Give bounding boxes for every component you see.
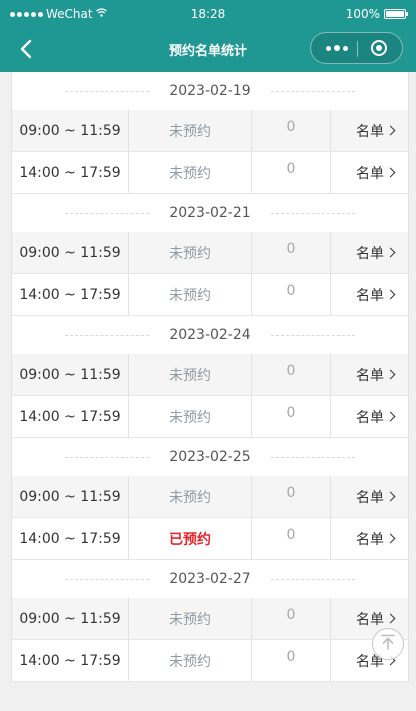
slot-time: 14:00 ~ 17:59 — [11, 396, 128, 437]
slot-time: 14:00 ~ 17:59 — [11, 274, 128, 315]
slot-row: 09:00 ~ 11:59 未预约 0 名单 — [11, 476, 409, 518]
slot-time: 14:00 ~ 17:59 — [11, 518, 128, 559]
slot-row: 14:00 ~ 17:59 未预约 0 名单 — [11, 274, 409, 316]
view-list-button[interactable]: 名单 — [330, 274, 409, 315]
chevron-right-icon — [385, 247, 396, 258]
close-home-icon[interactable] — [367, 37, 391, 59]
list-label: 名单 — [356, 367, 384, 384]
list-label: 名单 — [356, 287, 384, 304]
booking-status: 未预约 — [128, 274, 251, 315]
date-header: 2023-02-25 — [11, 438, 409, 476]
booking-status: 未预约 — [128, 640, 251, 681]
slot-time: 09:00 ~ 11:59 — [11, 598, 128, 639]
divider-line — [65, 334, 150, 336]
slot-row: 09:00 ~ 11:59 未预约 0 名单 — [11, 598, 409, 640]
slot-time: 09:00 ~ 11:59 — [11, 476, 128, 517]
date-label: 2023-02-19 — [169, 83, 251, 99]
booking-status: 未预约 — [128, 396, 251, 437]
divider-line — [270, 578, 355, 580]
list-label: 名单 — [356, 245, 384, 262]
slot-row: 09:00 ~ 11:59 未预约 0 名单 — [11, 232, 409, 274]
slot-row: 14:00 ~ 17:59 已预约 0 名单 — [11, 518, 409, 560]
chevron-right-icon — [385, 125, 396, 136]
mini-program-capsule — [310, 32, 403, 64]
list-label: 名单 — [356, 611, 384, 628]
booking-count: 0 — [251, 110, 330, 151]
battery-percent: 100% — [345, 7, 380, 21]
slot-time: 14:00 ~ 17:59 — [11, 152, 128, 193]
chevron-right-icon — [385, 491, 396, 502]
booking-status: 未预约 — [128, 476, 251, 517]
nav-bar: 预约名单统计 — [0, 26, 416, 72]
divider-line — [65, 578, 150, 580]
booking-status: 未预约 — [128, 598, 251, 639]
booking-count: 0 — [251, 598, 330, 639]
view-list-button[interactable]: 名单 — [330, 518, 409, 559]
chevron-right-icon — [385, 167, 396, 178]
view-list-button[interactable]: 名单 — [330, 110, 409, 151]
slot-time: 09:00 ~ 11:59 — [11, 232, 128, 273]
view-list-button[interactable]: 名单 — [330, 354, 409, 395]
date-header: 2023-02-21 — [11, 194, 409, 232]
date-header: 2023-02-24 — [11, 316, 409, 354]
booking-count: 0 — [251, 518, 330, 559]
slot-time: 09:00 ~ 11:59 — [11, 110, 128, 151]
date-label: 2023-02-25 — [169, 449, 251, 465]
slot-row: 14:00 ~ 17:59 未预约 0 名单 — [11, 640, 409, 682]
booking-count: 0 — [251, 354, 330, 395]
view-list-button[interactable]: 名单 — [330, 476, 409, 517]
list-label: 名单 — [356, 489, 384, 506]
back-to-top-button[interactable] — [372, 628, 404, 660]
slot-time: 09:00 ~ 11:59 — [11, 354, 128, 395]
divider-line — [270, 456, 355, 458]
date-label: 2023-02-27 — [169, 571, 251, 587]
date-label: 2023-02-24 — [169, 327, 251, 343]
booking-count: 0 — [251, 274, 330, 315]
date-label: 2023-02-21 — [169, 205, 251, 221]
chevron-right-icon — [385, 613, 396, 624]
date-header: 2023-02-19 — [11, 72, 409, 110]
divider-line — [270, 90, 355, 92]
slot-row: 09:00 ~ 11:59 未预约 0 名单 — [11, 110, 409, 152]
back-to-top-icon — [379, 633, 397, 655]
battery-icon — [384, 9, 408, 19]
list-label: 名单 — [356, 165, 384, 182]
booking-status: 已预约 — [128, 518, 251, 559]
chevron-right-icon — [385, 411, 396, 422]
slot-row: 14:00 ~ 17:59 未预约 0 名单 — [11, 152, 409, 194]
divider-line — [65, 90, 150, 92]
view-list-button[interactable]: 名单 — [330, 152, 409, 193]
booking-count: 0 — [251, 152, 330, 193]
slot-time: 14:00 ~ 17:59 — [11, 640, 128, 681]
chevron-right-icon — [385, 533, 396, 544]
booking-status: 未预约 — [128, 152, 251, 193]
schedule-list: 2023-02-19 09:00 ~ 11:59 未预约 0 名单 14:00 ~ 17:… — [11, 72, 409, 682]
booking-count: 0 — [251, 396, 330, 437]
booking-count: 0 — [251, 232, 330, 273]
booking-count: 0 — [251, 476, 330, 517]
booking-status: 未预约 — [128, 110, 251, 151]
battery: 100% — [345, 7, 408, 21]
booking-status: 未预约 — [128, 232, 251, 273]
list-label: 名单 — [356, 531, 384, 548]
capsule-divider — [357, 41, 358, 57]
view-list-button[interactable]: 名单 — [330, 232, 409, 273]
booking-status: 未预约 — [128, 354, 251, 395]
divider-line — [65, 456, 150, 458]
date-header: 2023-02-27 — [11, 560, 409, 598]
list-label: 名单 — [356, 123, 384, 140]
status-bar: WeChat 18:28 100% — [0, 0, 416, 26]
divider-line — [65, 212, 150, 214]
chevron-right-icon — [385, 369, 396, 380]
list-label: 名单 — [356, 409, 384, 426]
divider-line — [270, 212, 355, 214]
divider-line — [270, 334, 355, 336]
slot-row: 14:00 ~ 17:59 未预约 0 名单 — [11, 396, 409, 438]
chevron-right-icon — [385, 289, 396, 300]
view-list-button[interactable]: 名单 — [330, 396, 409, 437]
slot-row: 09:00 ~ 11:59 未预约 0 名单 — [11, 354, 409, 396]
more-icon[interactable] — [319, 33, 355, 63]
booking-count: 0 — [251, 640, 330, 681]
